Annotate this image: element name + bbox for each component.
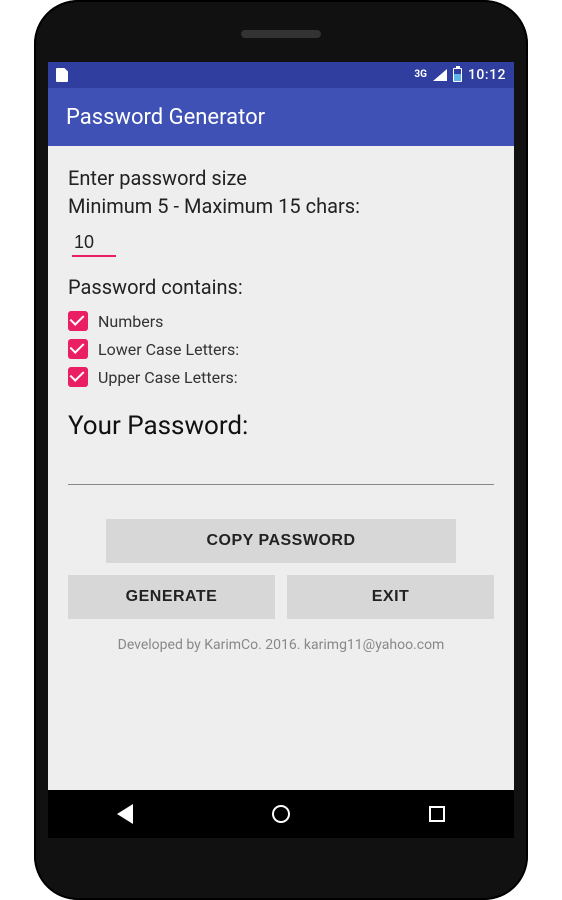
option-uppercase[interactable]: Upper Case Letters: bbox=[68, 367, 494, 387]
sdcard-icon bbox=[56, 68, 68, 82]
option-lowercase[interactable]: Lower Case Letters: bbox=[68, 339, 494, 359]
phone-frame: 3G 10:12 Password Generator Enter passwo… bbox=[34, 0, 528, 900]
back-icon[interactable] bbox=[117, 804, 133, 824]
battery-icon bbox=[453, 68, 462, 82]
size-label-line1: Enter password size bbox=[68, 164, 494, 192]
password-output bbox=[68, 457, 494, 485]
generate-button[interactable]: GENERATE bbox=[68, 575, 275, 619]
recent-icon[interactable] bbox=[429, 806, 445, 822]
checkbox-icon[interactable] bbox=[68, 367, 88, 387]
option-label: Lower Case Letters: bbox=[98, 340, 239, 359]
option-label: Upper Case Letters: bbox=[98, 368, 238, 387]
app-title: Password Generator bbox=[66, 105, 265, 130]
option-numbers[interactable]: Numbers bbox=[68, 311, 494, 331]
output-heading: Your Password: bbox=[68, 411, 494, 441]
status-bar: 3G 10:12 bbox=[48, 62, 514, 88]
signal-icon bbox=[433, 69, 447, 81]
android-navbar bbox=[48, 790, 514, 838]
password-size-input[interactable] bbox=[72, 228, 116, 257]
copy-password-button[interactable]: COPY PASSWORD bbox=[106, 519, 455, 563]
checkbox-icon[interactable] bbox=[68, 311, 88, 331]
network-label: 3G bbox=[414, 70, 427, 80]
size-label-line2: Minimum 5 - Maximum 15 chars: bbox=[68, 192, 494, 220]
screen: 3G 10:12 Password Generator Enter passwo… bbox=[48, 62, 514, 838]
contains-heading: Password contains: bbox=[68, 275, 494, 299]
option-label: Numbers bbox=[98, 312, 163, 331]
home-icon[interactable] bbox=[272, 805, 290, 823]
exit-button[interactable]: EXIT bbox=[287, 575, 494, 619]
phone-speaker bbox=[241, 30, 321, 38]
checkbox-icon[interactable] bbox=[68, 339, 88, 359]
button-area: COPY PASSWORD GENERATE EXIT bbox=[68, 519, 494, 619]
footer-text: Developed by KarimCo. 2016. karimg11@yah… bbox=[68, 637, 494, 653]
app-bar: Password Generator bbox=[48, 88, 514, 146]
clock: 10:12 bbox=[468, 67, 506, 83]
content-area: Enter password size Minimum 5 - Maximum … bbox=[48, 146, 514, 790]
